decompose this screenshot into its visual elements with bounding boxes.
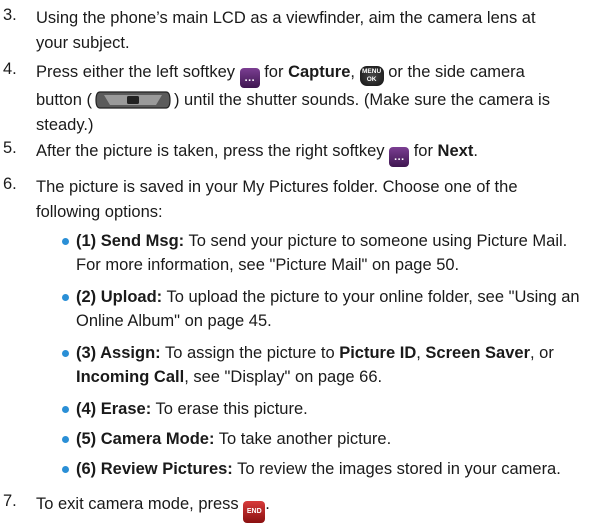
step-text: or the side camera	[388, 63, 525, 81]
manual-page: 3. Using the phone’s main LCD as a viewf…	[0, 0, 597, 527]
capture-label: Capture	[288, 63, 351, 81]
step-text: button (	[36, 91, 92, 109]
step-text: your subject.	[36, 34, 130, 52]
side-camera-button-icon	[95, 91, 171, 109]
step-text: After the picture is taken, press the ri…	[36, 142, 385, 160]
step-text: ) until the shutter sounds. (Make sure t…	[173, 91, 550, 109]
option-label: (4) Erase:	[76, 400, 152, 418]
option-label: (3) Assign:	[76, 344, 161, 362]
bullet-dot	[62, 436, 69, 443]
step-text: steady.)	[36, 116, 94, 134]
step-text: The picture is saved in your My Pictures…	[36, 178, 518, 196]
step-text: following options:	[36, 203, 163, 221]
bullet-dot	[62, 238, 69, 245]
bullet-dot	[62, 294, 69, 301]
for-text: for	[264, 63, 284, 81]
step-number: 4.	[3, 60, 17, 78]
step-number: 3.	[3, 6, 17, 24]
bullet-dot	[62, 466, 69, 473]
step-number: 5.	[3, 139, 17, 157]
next-label: Next	[437, 142, 474, 160]
option-label: (1) Send Msg:	[76, 232, 185, 250]
option-label: (5) Camera Mode:	[76, 430, 215, 448]
step-number: 7.	[3, 492, 17, 510]
step-text: To exit camera mode, press	[36, 495, 239, 513]
step-number: 6.	[3, 175, 17, 193]
option-label: (6) Review Pictures:	[76, 460, 233, 478]
step-text: Using the phone’s main LCD as a viewfind…	[36, 9, 536, 27]
step-text: Press either the left softkey	[36, 63, 236, 81]
bullet-dot	[62, 406, 69, 413]
bullet-dot	[62, 350, 69, 357]
option-label: (2) Upload:	[76, 288, 163, 306]
menu-ok-key-icon: MENU OK	[359, 66, 384, 86]
right-softkey-icon: …	[389, 147, 410, 167]
end-key-icon: END	[243, 501, 266, 523]
left-softkey-icon: …	[239, 68, 260, 88]
